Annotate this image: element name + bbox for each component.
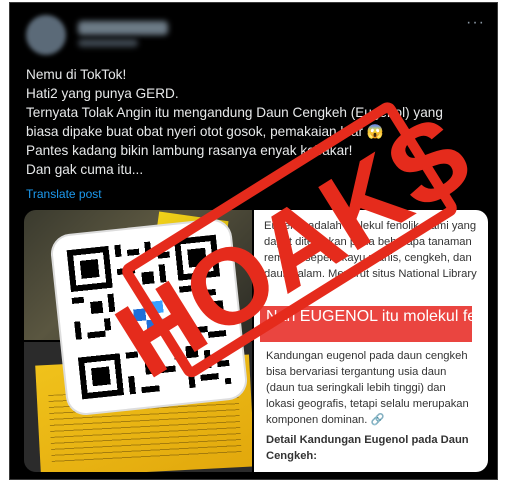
screenshot-text: Eugenol adalah molekul fenolik alami yan… <box>264 220 477 280</box>
avatar[interactable] <box>26 15 66 55</box>
screenshot-text: Kandungan eugenol pada daun cengkeh bisa… <box>266 350 469 426</box>
post-header: ··· <box>10 3 497 55</box>
translate-post-link[interactable]: Translate post <box>26 187 102 201</box>
post-text: Nemu di TokTok! Hati2 yang punya GERD. T… <box>26 65 486 179</box>
post-line: Hati2 yang punya GERD. <box>26 86 179 101</box>
author-name-blurred[interactable] <box>78 21 168 35</box>
post-line: Nemu di TokTok! <box>26 67 127 82</box>
media-screenshot-bottom-right[interactable]: Kandungan eugenol pada daun cengkeh bisa… <box>254 342 488 472</box>
post-line: Ternyata Tolak Angin itu mengandung Daun… <box>26 105 443 120</box>
screenshot-heading: Detail Kandungan Eugenol pada Daun Cengk… <box>266 434 469 462</box>
media-divider <box>252 210 254 472</box>
highlight-caption: Nah EUGENOL itu molekul fenolik ditemuka… <box>260 306 472 342</box>
post-line: biasa dipake buat obat nyeri otot gosok,… <box>26 124 384 139</box>
more-options-icon[interactable]: ··· <box>466 15 485 31</box>
qr-code-icon <box>51 219 247 415</box>
post-line: Pantes kadang bikin lambung rasanya enya… <box>26 143 353 158</box>
post-line: Dan gak cuma itu... <box>26 162 144 177</box>
author-handle-blurred <box>78 39 138 47</box>
